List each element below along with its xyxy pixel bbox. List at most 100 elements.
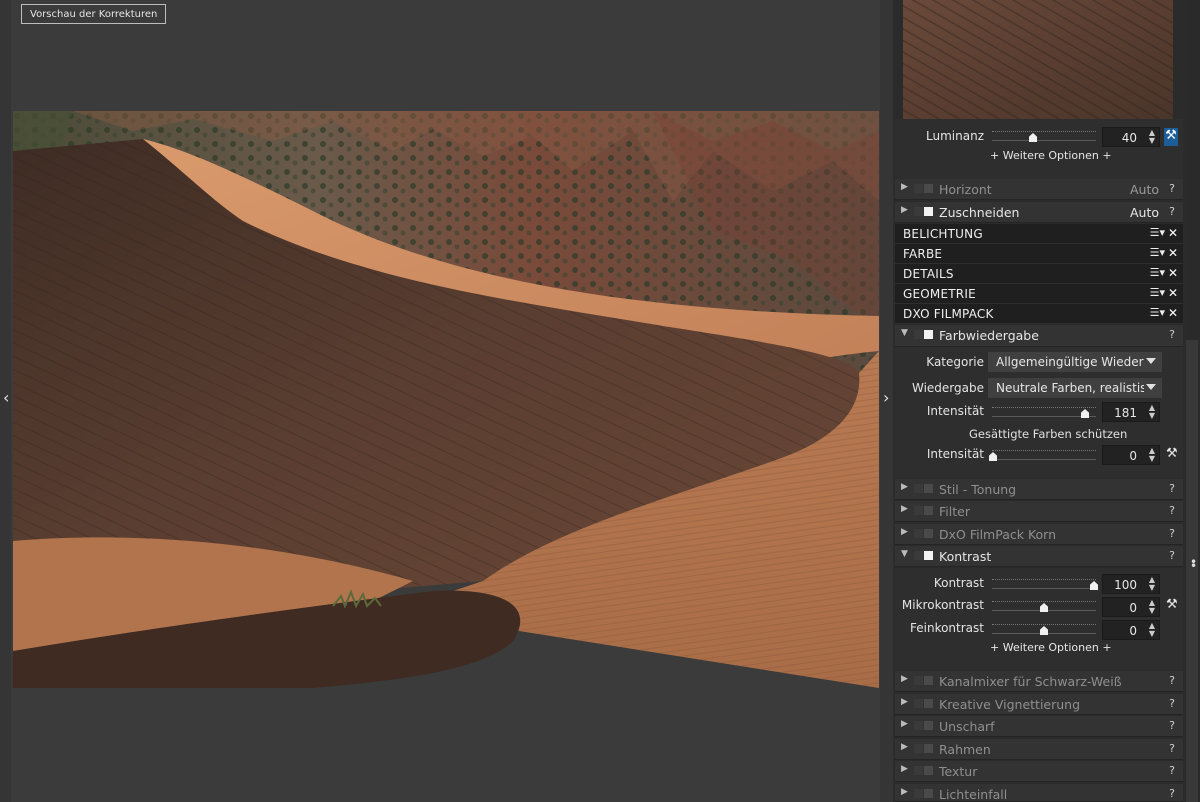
- expand-arrow-icon[interactable]: ▶: [901, 787, 908, 797]
- luminance-value-field[interactable]: 40 ▲ ▼: [1102, 127, 1160, 147]
- spin-arrows-icon[interactable]: ▲ ▼: [1149, 404, 1155, 420]
- expand-arrow-icon[interactable]: ▶: [901, 504, 908, 514]
- help-icon[interactable]: ?: [1169, 742, 1175, 755]
- previous-image-arrow-icon[interactable]: ‹: [3, 388, 9, 407]
- expand-arrow-icon[interactable]: ▶: [901, 674, 908, 684]
- section-menu-icon[interactable]: ☰▾: [1150, 286, 1165, 299]
- scroll-grip-icon[interactable]: • •: [1190, 556, 1197, 572]
- microcontrast-slider[interactable]: [992, 601, 1096, 615]
- enable-toggle[interactable]: [914, 676, 934, 686]
- category-dropdown[interactable]: Allgemeingültige Wiedergal: [988, 352, 1162, 372]
- close-icon[interactable]: ✕: [1168, 306, 1178, 320]
- auto-mode[interactable]: Auto: [1130, 182, 1159, 197]
- intensity-slider[interactable]: [992, 407, 1096, 421]
- expand-arrow-icon[interactable]: ▶: [901, 719, 908, 729]
- protect-intensity-slider[interactable]: [989, 450, 1096, 464]
- enable-toggle[interactable]: [914, 766, 934, 776]
- tool-zuschneiden[interactable]: ▶ Zuschneiden Auto ?: [895, 202, 1183, 223]
- contrast-value-field[interactable]: 100 ▲ ▼: [1102, 574, 1160, 594]
- help-icon[interactable]: ?: [1169, 549, 1175, 562]
- spin-arrows-icon[interactable]: ▲ ▼: [1149, 447, 1155, 463]
- help-icon[interactable]: ?: [1169, 504, 1175, 517]
- section-farbe[interactable]: FARBE ☰▾ ✕: [895, 244, 1183, 264]
- enable-toggle[interactable]: [914, 484, 934, 494]
- enable-toggle[interactable]: [914, 529, 934, 539]
- enable-toggle[interactable]: [914, 789, 934, 799]
- help-icon[interactable]: ?: [1169, 697, 1175, 710]
- help-icon[interactable]: ?: [1169, 182, 1175, 195]
- section-belichtung[interactable]: BELICHTUNG ☰▾ ✕: [895, 224, 1183, 244]
- help-icon[interactable]: ?: [1169, 482, 1175, 495]
- section-dxo-filmpack[interactable]: DXO FILMPACK ☰▾ ✕: [895, 304, 1183, 324]
- tool-textur[interactable]: ▶ Textur ?: [895, 761, 1183, 782]
- spin-arrows-icon[interactable]: ▲ ▼: [1149, 129, 1155, 145]
- contrast-slider[interactable]: [992, 579, 1098, 593]
- enable-toggle[interactable]: [914, 699, 934, 709]
- tool-farbwiedergabe[interactable]: ▼ Farbwiedergabe ?: [895, 325, 1183, 347]
- close-icon[interactable]: ✕: [1168, 226, 1178, 240]
- collapse-arrow-icon[interactable]: ▼: [901, 549, 908, 559]
- tool-lichteinfall[interactable]: ▶ Lichteinfall ?: [895, 784, 1183, 802]
- auto-wand-icon[interactable]: ⚒: [1166, 597, 1178, 613]
- expand-arrow-icon[interactable]: ▶: [901, 482, 908, 492]
- spin-arrows-icon[interactable]: ▲ ▼: [1149, 622, 1155, 638]
- expand-arrow-icon[interactable]: ▶: [901, 205, 908, 215]
- enable-toggle[interactable]: [914, 506, 934, 516]
- section-geometrie[interactable]: GEOMETRIE ☰▾ ✕: [895, 284, 1183, 304]
- rendering-dropdown[interactable]: Neutrale Farben, realistische: [988, 378, 1162, 398]
- section-menu-icon[interactable]: ☰▾: [1150, 226, 1165, 239]
- section-menu-icon[interactable]: ☰▾: [1150, 306, 1165, 319]
- tool-unscharf[interactable]: ▶ Unscharf ?: [895, 716, 1183, 737]
- tool-kontrast[interactable]: ▼ Kontrast ?: [895, 546, 1183, 567]
- section-menu-icon[interactable]: ☰▾: [1150, 266, 1165, 279]
- expand-arrow-icon[interactable]: ▶: [901, 697, 908, 707]
- luminance-slider[interactable]: [992, 131, 1096, 145]
- enable-toggle[interactable]: [914, 551, 934, 561]
- close-icon[interactable]: ✕: [1168, 266, 1178, 280]
- help-icon[interactable]: ?: [1169, 787, 1175, 800]
- help-icon[interactable]: ?: [1169, 527, 1175, 540]
- noise-preview-thumbnail[interactable]: [903, 0, 1173, 119]
- enable-toggle[interactable]: [914, 207, 934, 217]
- enable-toggle[interactable]: [914, 721, 934, 731]
- tool-stil-tonung[interactable]: ▶ Stil - Tonung ?: [895, 479, 1183, 500]
- auto-wand-icon[interactable]: ⚒: [1166, 446, 1178, 462]
- spin-arrows-icon[interactable]: ▲ ▼: [1149, 576, 1155, 592]
- auto-mode[interactable]: Auto: [1130, 205, 1159, 220]
- preview-corrections-button[interactable]: Vorschau der Korrekturen: [21, 4, 167, 24]
- help-icon[interactable]: ?: [1169, 719, 1175, 732]
- tool-rahmen[interactable]: ▶ Rahmen ?: [895, 739, 1183, 760]
- close-icon[interactable]: ✕: [1168, 246, 1178, 260]
- help-icon[interactable]: ?: [1169, 328, 1175, 341]
- enable-toggle[interactable]: [914, 184, 934, 194]
- enable-toggle[interactable]: [914, 744, 934, 754]
- image-viewer[interactable]: Vorschau der Korrekturen ‹ ›: [0, 0, 893, 802]
- microcontrast-value-field[interactable]: 0 ▲ ▼: [1102, 597, 1160, 617]
- more-options-link[interactable]: + Weitere Optionen +: [990, 149, 1112, 162]
- spin-arrows-icon[interactable]: ▲ ▼: [1149, 599, 1155, 615]
- help-icon[interactable]: ?: [1169, 674, 1175, 687]
- enable-toggle[interactable]: [914, 330, 934, 340]
- section-menu-icon[interactable]: ☰▾: [1150, 246, 1165, 259]
- next-image-arrow-icon[interactable]: ›: [883, 388, 889, 407]
- finecontrast-value-field[interactable]: 0 ▲ ▼: [1102, 620, 1160, 640]
- close-icon[interactable]: ✕: [1168, 286, 1178, 300]
- more-options-link[interactable]: + Weitere Optionen +: [990, 641, 1112, 654]
- tool-filter[interactable]: ▶ Filter ?: [895, 501, 1183, 522]
- section-details[interactable]: DETAILS ☰▾ ✕: [895, 264, 1183, 284]
- tool-filmpack-korn[interactable]: ▶ DxO FilmPack Korn ?: [895, 524, 1183, 545]
- auto-wand-icon[interactable]: ⚒: [1164, 128, 1178, 146]
- expand-arrow-icon[interactable]: ▶: [901, 742, 908, 752]
- collapse-arrow-icon[interactable]: ▼: [901, 328, 908, 338]
- tool-vignettierung[interactable]: ▶ Kreative Vignettierung ?: [895, 694, 1183, 715]
- expand-arrow-icon[interactable]: ▶: [901, 182, 908, 192]
- intensity-value-field[interactable]: 181 ▲ ▼: [1102, 402, 1160, 422]
- finecontrast-slider[interactable]: [992, 624, 1096, 638]
- tool-kanalmixer[interactable]: ▶ Kanalmixer für Schwarz-Weiß ?: [895, 671, 1183, 692]
- help-icon[interactable]: ?: [1169, 205, 1175, 218]
- expand-arrow-icon[interactable]: ▶: [901, 527, 908, 537]
- protect-intensity-value-field[interactable]: 0 ▲ ▼: [1102, 445, 1160, 465]
- help-icon[interactable]: ?: [1169, 764, 1175, 777]
- tool-horizont[interactable]: ▶ Horizont Auto ?: [895, 179, 1183, 200]
- expand-arrow-icon[interactable]: ▶: [901, 764, 908, 774]
